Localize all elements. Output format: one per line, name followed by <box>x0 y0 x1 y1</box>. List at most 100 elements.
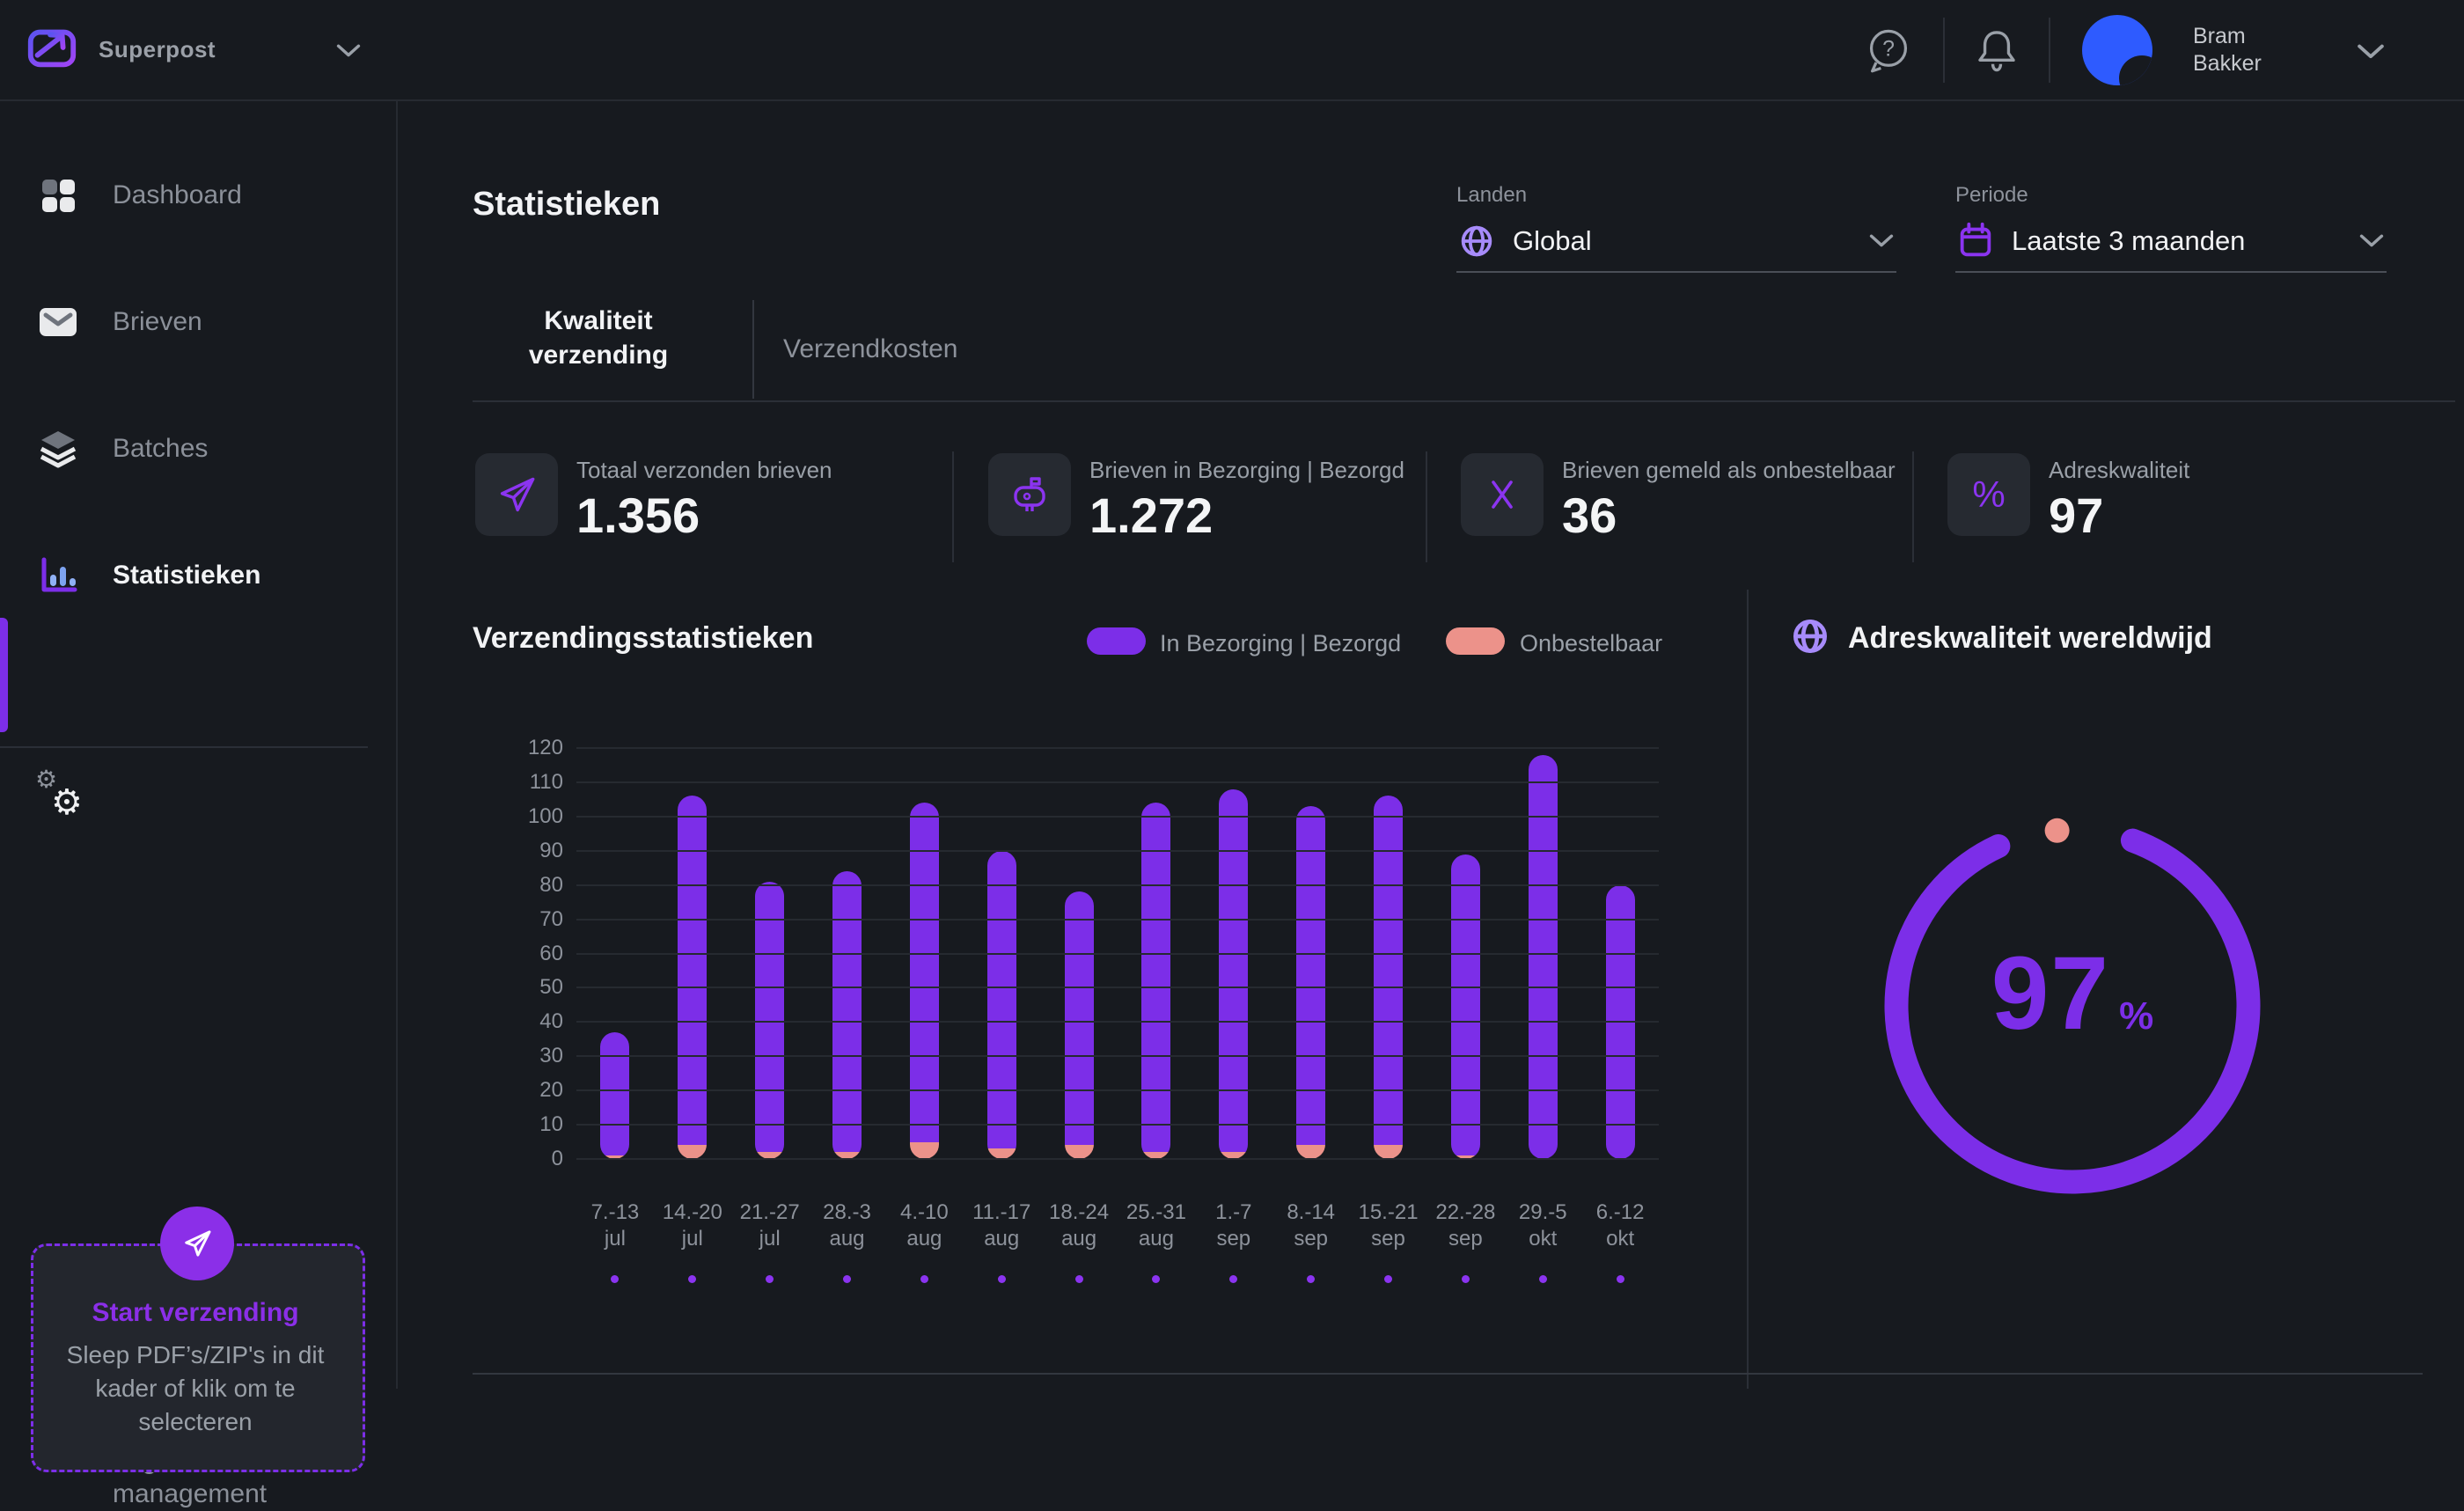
y-axis-labels: 0102030405060708090100110120 <box>449 748 563 1159</box>
sidebar-item-brieven[interactable]: Brieven <box>0 296 394 348</box>
topbar-divider <box>2049 18 2050 83</box>
y-tick-label: 60 <box>539 942 563 966</box>
x-tick-dot <box>1617 1275 1624 1283</box>
user-menu-chevron-down-icon[interactable] <box>2357 44 2385 60</box>
calendar-icon <box>1955 221 1996 261</box>
gridline <box>576 1021 1659 1023</box>
x-tick-label: 15.-21sep <box>1350 1199 1427 1283</box>
tab-verzendkosten[interactable]: Verzendkosten <box>783 330 957 369</box>
bar-chart-plot <box>576 748 1659 1159</box>
bottom-divider <box>473 1373 2423 1375</box>
send-icon-badge[interactable] <box>160 1207 234 1280</box>
gridline <box>576 1089 1659 1091</box>
dropzone-title[interactable]: Start verzending <box>31 1298 360 1328</box>
legend-label-onbestelbaar: Onbestelbaar <box>1520 630 1662 657</box>
gears-icon: ⚙ <box>51 782 83 823</box>
x-icon <box>1478 470 1527 519</box>
periode-select[interactable]: Periode Laatste 3 maanden <box>1955 183 2387 280</box>
stacked-bar[interactable] <box>1219 789 1248 1159</box>
sidebar-item-batches[interactable]: Batches <box>0 422 394 475</box>
gridline <box>576 1124 1659 1126</box>
stacked-bar[interactable] <box>910 803 939 1159</box>
y-tick-label: 30 <box>539 1044 563 1068</box>
gridline <box>576 953 1659 955</box>
chart-title: Verzendingsstatistieken <box>473 621 813 656</box>
tab-kwaliteit-verzending[interactable]: Kwaliteit verzending <box>484 304 713 372</box>
x-tick-label: 6.-12okt <box>1581 1199 1659 1283</box>
stacked-bar[interactable] <box>1296 806 1325 1159</box>
stacked-bar[interactable] <box>1451 855 1480 1159</box>
gridline <box>576 747 1659 749</box>
y-tick-label: 10 <box>539 1112 563 1137</box>
x-tick-label: 7.-13jul <box>576 1199 654 1283</box>
section-divider <box>1747 590 1749 1389</box>
x-tick-dot <box>998 1275 1006 1283</box>
x-tick-label: 28.-3aug <box>809 1199 886 1283</box>
x-tick-label: 18.-24aug <box>1040 1199 1118 1283</box>
x-tick-dot <box>1384 1275 1392 1283</box>
x-tick-dot <box>1462 1275 1470 1283</box>
send-icon <box>179 1225 216 1262</box>
send-icon <box>492 470 541 519</box>
stacked-bar[interactable] <box>987 851 1016 1159</box>
y-tick-label: 40 <box>539 1009 563 1034</box>
x-tick-dot <box>1307 1275 1315 1283</box>
sidebar-item-statistieken[interactable]: Statistieken <box>0 549 394 602</box>
tabs-underline <box>473 400 2455 402</box>
notifications-bell-icon[interactable] <box>1973 25 2020 74</box>
x-tick-dot <box>1539 1275 1547 1283</box>
avatar[interactable] <box>2082 15 2152 85</box>
sidebar-item-dashboard[interactable]: Dashboard <box>0 169 394 222</box>
x-tick-dot <box>688 1275 696 1283</box>
donut-title: Adreskwaliteit wereldwijd <box>1848 621 2212 656</box>
landen-select[interactable]: Landen Global <box>1456 183 1896 280</box>
gridline <box>576 884 1659 886</box>
chevron-down-icon <box>2358 234 2385 248</box>
legend-label-bezorgd: In Bezorging | Bezorgd <box>1160 630 1401 657</box>
x-tick-label: 11.-17aug <box>963 1199 1040 1283</box>
x-tick-dot <box>843 1275 851 1283</box>
main-content: Statistieken Landen Global Periode Laats… <box>396 99 2464 1389</box>
y-tick-label: 100 <box>528 804 563 829</box>
gridline <box>576 816 1659 818</box>
legend-swatch-bezorgd <box>1087 627 1146 655</box>
gridline <box>576 1158 1659 1160</box>
donut-value: 97% <box>1844 934 2301 1053</box>
x-tick-dot <box>766 1275 774 1283</box>
top-bar: Superpost ? Bram Bakker <box>0 0 2464 101</box>
x-tick-label: 8.-14sep <box>1272 1199 1350 1283</box>
periode-label: Periode <box>1955 183 2028 208</box>
gridline <box>576 850 1659 852</box>
brand-name: Superpost <box>99 0 216 99</box>
stacked-bar[interactable] <box>832 871 862 1159</box>
x-axis-labels: 7.-13jul14.-20jul21.-27jul28.-3aug4.-10a… <box>576 1199 1659 1283</box>
sidebar-item-organisatie-management[interactable]: ⚙ ⚙ Organisatie- management <box>0 768 394 847</box>
envelope-icon <box>35 299 81 345</box>
dropzone-instructions: Sleep PDF’s/ZIP's in dit kader of klik o… <box>48 1339 342 1439</box>
x-tick-label: 1.-7sep <box>1195 1199 1272 1283</box>
user-name[interactable]: Bram Bakker <box>2193 23 2262 77</box>
y-tick-label: 90 <box>539 839 563 863</box>
x-tick-dot <box>1075 1275 1083 1283</box>
workspace-chevron-down-icon[interactable] <box>336 44 361 58</box>
gridline <box>576 781 1659 783</box>
stacked-bar[interactable] <box>1065 891 1094 1159</box>
mailbox-icon <box>1005 470 1054 519</box>
card-divider <box>1426 451 1427 562</box>
layers-icon <box>35 426 81 472</box>
percent-icon: % <box>1972 473 2005 516</box>
globe-icon <box>1788 614 1832 658</box>
x-tick-dot <box>1152 1275 1160 1283</box>
page-title: Statistieken <box>473 186 660 224</box>
gridline <box>576 1055 1659 1057</box>
stacked-bar[interactable] <box>600 1032 629 1159</box>
active-item-indicator <box>0 618 8 732</box>
bar-chart-icon <box>35 553 81 598</box>
stacked-bar[interactable] <box>1141 803 1170 1159</box>
sidebar-divider <box>0 746 368 748</box>
card-divider <box>1912 451 1914 562</box>
help-icon[interactable]: ? <box>1866 26 1911 74</box>
globe-icon <box>1456 221 1497 261</box>
x-tick-label: 21.-27jul <box>731 1199 809 1283</box>
chevron-down-icon <box>1868 234 1895 248</box>
